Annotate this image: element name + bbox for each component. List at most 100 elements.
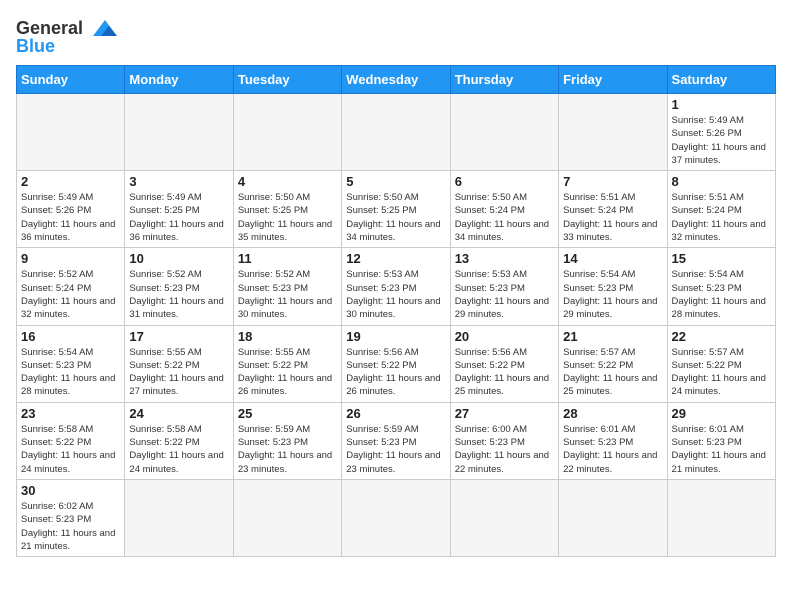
calendar-week-row: 2Sunrise: 5:49 AMSunset: 5:26 PMDaylight…	[17, 171, 776, 248]
weekday-header-cell: Sunday	[17, 66, 125, 94]
day-number: 5	[346, 174, 445, 189]
day-info: Sunrise: 5:51 AMSunset: 5:24 PMDaylight:…	[672, 191, 771, 244]
calendar-day-cell: 30 Sunrise: 6:02 AMSunset: 5:23 PMDayligh…	[17, 479, 125, 556]
day-number: 26	[346, 406, 445, 421]
day-number: 15	[672, 251, 771, 266]
day-number: 18	[238, 329, 337, 344]
day-info: Sunrise: 6:02 AMSunset: 5:23 PMDaylight:…	[21, 500, 120, 553]
day-info: Sunrise: 5:59 AMSunset: 5:23 PMDaylight:…	[346, 423, 445, 476]
calendar-day-cell: 29Sunrise: 6:01 AMSunset: 5:23 PMDayligh…	[667, 402, 775, 479]
calendar-day-cell	[233, 94, 341, 171]
calendar-day-cell	[667, 479, 775, 556]
day-info: Sunrise: 5:58 AMSunset: 5:22 PMDaylight:…	[129, 423, 228, 476]
logo-icon	[87, 16, 123, 40]
logo-blue-text: Blue	[16, 36, 55, 57]
calendar-day-cell: 28 Sunrise: 6:01 AMSunset: 5:23 PMDayligh…	[559, 402, 667, 479]
calendar-day-cell: 27 Sunrise: 6:00 AMSunset: 5:23 PMDayligh…	[450, 402, 558, 479]
calendar-day-cell: 13 Sunrise: 5:53 AMSunset: 5:23 PMDayligh…	[450, 248, 558, 325]
day-number: 21	[563, 329, 662, 344]
day-number: 30	[21, 483, 120, 498]
calendar-week-row: 9 Sunrise: 5:52 AMSunset: 5:24 PMDaylight…	[17, 248, 776, 325]
day-info: Sunrise: 5:56 AMSunset: 5:22 PMDaylight:…	[346, 346, 445, 399]
day-number: 28	[563, 406, 662, 421]
calendar-day-cell: 20 Sunrise: 5:56 AMSunset: 5:22 PMDayligh…	[450, 325, 558, 402]
day-number: 22	[672, 329, 771, 344]
day-number: 23	[21, 406, 120, 421]
day-number: 27	[455, 406, 554, 421]
calendar-day-cell: 19 Sunrise: 5:56 AMSunset: 5:22 PMDayligh…	[342, 325, 450, 402]
day-number: 13	[455, 251, 554, 266]
calendar-day-cell: 10Sunrise: 5:52 AMSunset: 5:23 PMDayligh…	[125, 248, 233, 325]
day-number: 16	[21, 329, 120, 344]
calendar-day-cell	[125, 479, 233, 556]
day-info: Sunrise: 5:52 AMSunset: 5:24 PMDaylight:…	[21, 268, 120, 321]
calendar-day-cell: 24 Sunrise: 5:58 AMSunset: 5:22 PMDayligh…	[125, 402, 233, 479]
calendar-day-cell	[125, 94, 233, 171]
calendar-day-cell: 17 Sunrise: 5:55 AMSunset: 5:22 PMDayligh…	[125, 325, 233, 402]
day-info: Sunrise: 5:59 AMSunset: 5:23 PMDaylight:…	[238, 423, 337, 476]
header: General Blue	[16, 16, 776, 57]
calendar-day-cell: 14 Sunrise: 5:54 AMSunset: 5:23 PMDayligh…	[559, 248, 667, 325]
calendar-day-cell: 15 Sunrise: 5:54 AMSunset: 5:23 PMDayligh…	[667, 248, 775, 325]
day-info: Sunrise: 5:54 AMSunset: 5:23 PMDaylight:…	[21, 346, 120, 399]
day-number: 9	[21, 251, 120, 266]
calendar-day-cell: 23 Sunrise: 5:58 AMSunset: 5:22 PMDayligh…	[17, 402, 125, 479]
calendar-day-cell	[233, 479, 341, 556]
day-number: 20	[455, 329, 554, 344]
calendar-day-cell	[342, 479, 450, 556]
day-number: 19	[346, 329, 445, 344]
calendar-week-row: 30 Sunrise: 6:02 AMSunset: 5:23 PMDayligh…	[17, 479, 776, 556]
calendar-week-row: 23 Sunrise: 5:58 AMSunset: 5:22 PMDayligh…	[17, 402, 776, 479]
day-number: 25	[238, 406, 337, 421]
day-info: Sunrise: 5:52 AMSunset: 5:23 PMDaylight:…	[238, 268, 337, 321]
day-number: 7	[563, 174, 662, 189]
day-info: Sunrise: 6:01 AMSunset: 5:23 PMDaylight:…	[672, 423, 771, 476]
day-info: Sunrise: 5:49 AMSunset: 5:25 PMDaylight:…	[129, 191, 228, 244]
calendar-day-cell: 18 Sunrise: 5:55 AMSunset: 5:22 PMDayligh…	[233, 325, 341, 402]
day-number: 3	[129, 174, 228, 189]
logo: General Blue	[16, 16, 123, 57]
calendar-day-cell: 12Sunrise: 5:53 AMSunset: 5:23 PMDayligh…	[342, 248, 450, 325]
day-info: Sunrise: 5:55 AMSunset: 5:22 PMDaylight:…	[129, 346, 228, 399]
calendar-day-cell	[450, 94, 558, 171]
calendar-day-cell	[559, 479, 667, 556]
calendar-week-row: 1 Sunrise: 5:49 AMSunset: 5:26 PMDaylight…	[17, 94, 776, 171]
calendar-day-cell	[17, 94, 125, 171]
calendar-day-cell	[450, 479, 558, 556]
weekday-header-cell: Thursday	[450, 66, 558, 94]
day-info: Sunrise: 5:51 AMSunset: 5:24 PMDaylight:…	[563, 191, 662, 244]
day-number: 4	[238, 174, 337, 189]
calendar-day-cell: 4Sunrise: 5:50 AMSunset: 5:25 PMDaylight…	[233, 171, 341, 248]
calendar-day-cell: 9 Sunrise: 5:52 AMSunset: 5:24 PMDaylight…	[17, 248, 125, 325]
day-info: Sunrise: 5:49 AMSunset: 5:26 PMDaylight:…	[672, 114, 771, 167]
weekday-header-cell: Monday	[125, 66, 233, 94]
calendar-day-cell: 8 Sunrise: 5:51 AMSunset: 5:24 PMDaylight…	[667, 171, 775, 248]
day-info: Sunrise: 5:54 AMSunset: 5:23 PMDaylight:…	[672, 268, 771, 321]
day-number: 6	[455, 174, 554, 189]
weekday-header-cell: Saturday	[667, 66, 775, 94]
day-info: Sunrise: 5:54 AMSunset: 5:23 PMDaylight:…	[563, 268, 662, 321]
day-info: Sunrise: 5:55 AMSunset: 5:22 PMDaylight:…	[238, 346, 337, 399]
day-info: Sunrise: 5:52 AMSunset: 5:23 PMDaylight:…	[129, 268, 228, 321]
day-number: 14	[563, 251, 662, 266]
weekday-header-cell: Wednesday	[342, 66, 450, 94]
day-info: Sunrise: 5:57 AMSunset: 5:22 PMDaylight:…	[672, 346, 771, 399]
day-number: 12	[346, 251, 445, 266]
day-info: Sunrise: 5:58 AMSunset: 5:22 PMDaylight:…	[21, 423, 120, 476]
day-number: 24	[129, 406, 228, 421]
calendar-day-cell: 5Sunrise: 5:50 AMSunset: 5:25 PMDaylight…	[342, 171, 450, 248]
calendar-day-cell: 1 Sunrise: 5:49 AMSunset: 5:26 PMDaylight…	[667, 94, 775, 171]
calendar-day-cell	[559, 94, 667, 171]
day-info: Sunrise: 6:01 AMSunset: 5:23 PMDaylight:…	[563, 423, 662, 476]
day-number: 1	[672, 97, 771, 112]
day-info: Sunrise: 5:49 AMSunset: 5:26 PMDaylight:…	[21, 191, 120, 244]
day-info: Sunrise: 5:53 AMSunset: 5:23 PMDaylight:…	[455, 268, 554, 321]
day-info: Sunrise: 6:00 AMSunset: 5:23 PMDaylight:…	[455, 423, 554, 476]
weekday-header-cell: Friday	[559, 66, 667, 94]
day-number: 8	[672, 174, 771, 189]
day-number: 11	[238, 251, 337, 266]
calendar: SundayMondayTuesdayWednesdayThursdayFrid…	[16, 65, 776, 557]
day-info: Sunrise: 5:56 AMSunset: 5:22 PMDaylight:…	[455, 346, 554, 399]
calendar-body: 1 Sunrise: 5:49 AMSunset: 5:26 PMDaylight…	[17, 94, 776, 557]
day-number: 17	[129, 329, 228, 344]
